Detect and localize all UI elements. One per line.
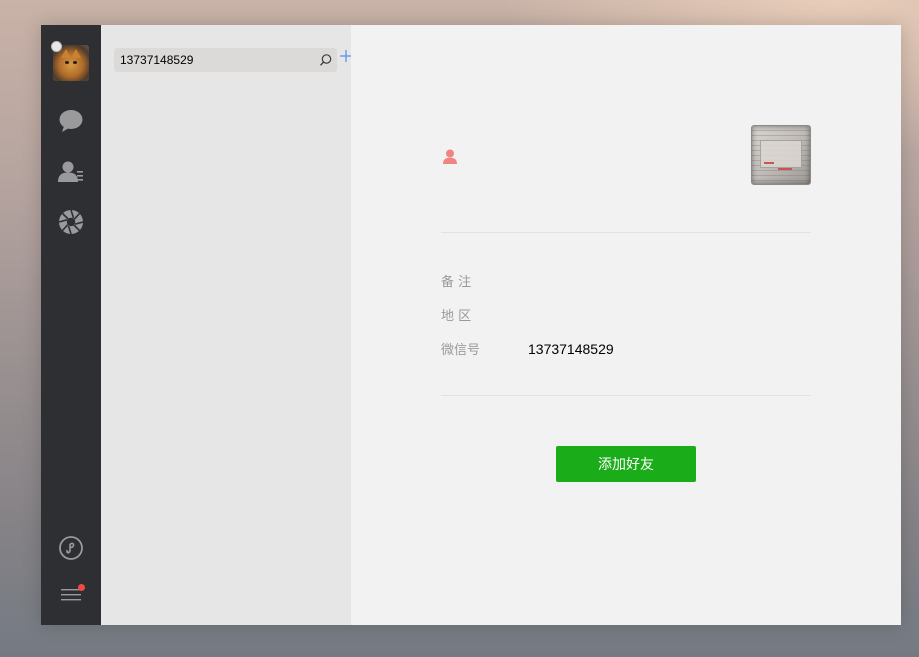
contacts-icon [58, 161, 83, 182]
nav-chat-button[interactable] [57, 107, 85, 135]
search-icon[interactable] [319, 53, 333, 72]
remark-label: 备 注 [441, 275, 472, 290]
add-friend-button[interactable]: 添加好友 [556, 446, 696, 482]
region-label: 地 区 [441, 309, 472, 324]
avatar-ear-left [61, 49, 71, 58]
aperture-icon [58, 209, 84, 235]
chat-bubble-icon [59, 110, 83, 132]
online-status-dot [51, 41, 62, 52]
wechat-id-value: 13737148529 [528, 340, 614, 357]
avatar-ear-right [71, 49, 81, 58]
profile-photo[interactable] [751, 125, 811, 185]
nav-menu-button[interactable] [57, 581, 85, 609]
mini-program-icon [59, 536, 83, 560]
avatar-eye-right [73, 61, 77, 64]
search-input[interactable]: 13737148529 [114, 48, 337, 72]
notification-badge [78, 584, 85, 591]
nav-mini-program-button[interactable] [57, 534, 85, 562]
avatar-eye-left [65, 61, 69, 64]
contact-detail-panel: 备 注 地 区 微信号 13737148529 添加好友 [351, 25, 901, 625]
divider-top [441, 232, 811, 233]
wechat-id-row: 微信号 13737148529 [441, 339, 614, 359]
nav-moments-button[interactable] [57, 208, 85, 236]
person-icon [443, 149, 457, 170]
nav-bar [41, 25, 101, 625]
remark-row: 备 注 [441, 271, 528, 290]
search-input-value: 13737148529 [120, 53, 194, 67]
wechat-window: 13737148529 备 注 地 区 微信号 13737148529 添加好友 [41, 25, 901, 625]
profile-photo-mark [764, 162, 774, 164]
divider-bottom [441, 395, 811, 396]
wechat-id-label: 微信号 [441, 343, 481, 358]
region-row: 地 区 [441, 305, 528, 324]
contact-list-panel: 13737148529 [101, 25, 352, 625]
nav-contacts-button[interactable] [57, 158, 85, 186]
profile-photo-mark [778, 168, 792, 170]
